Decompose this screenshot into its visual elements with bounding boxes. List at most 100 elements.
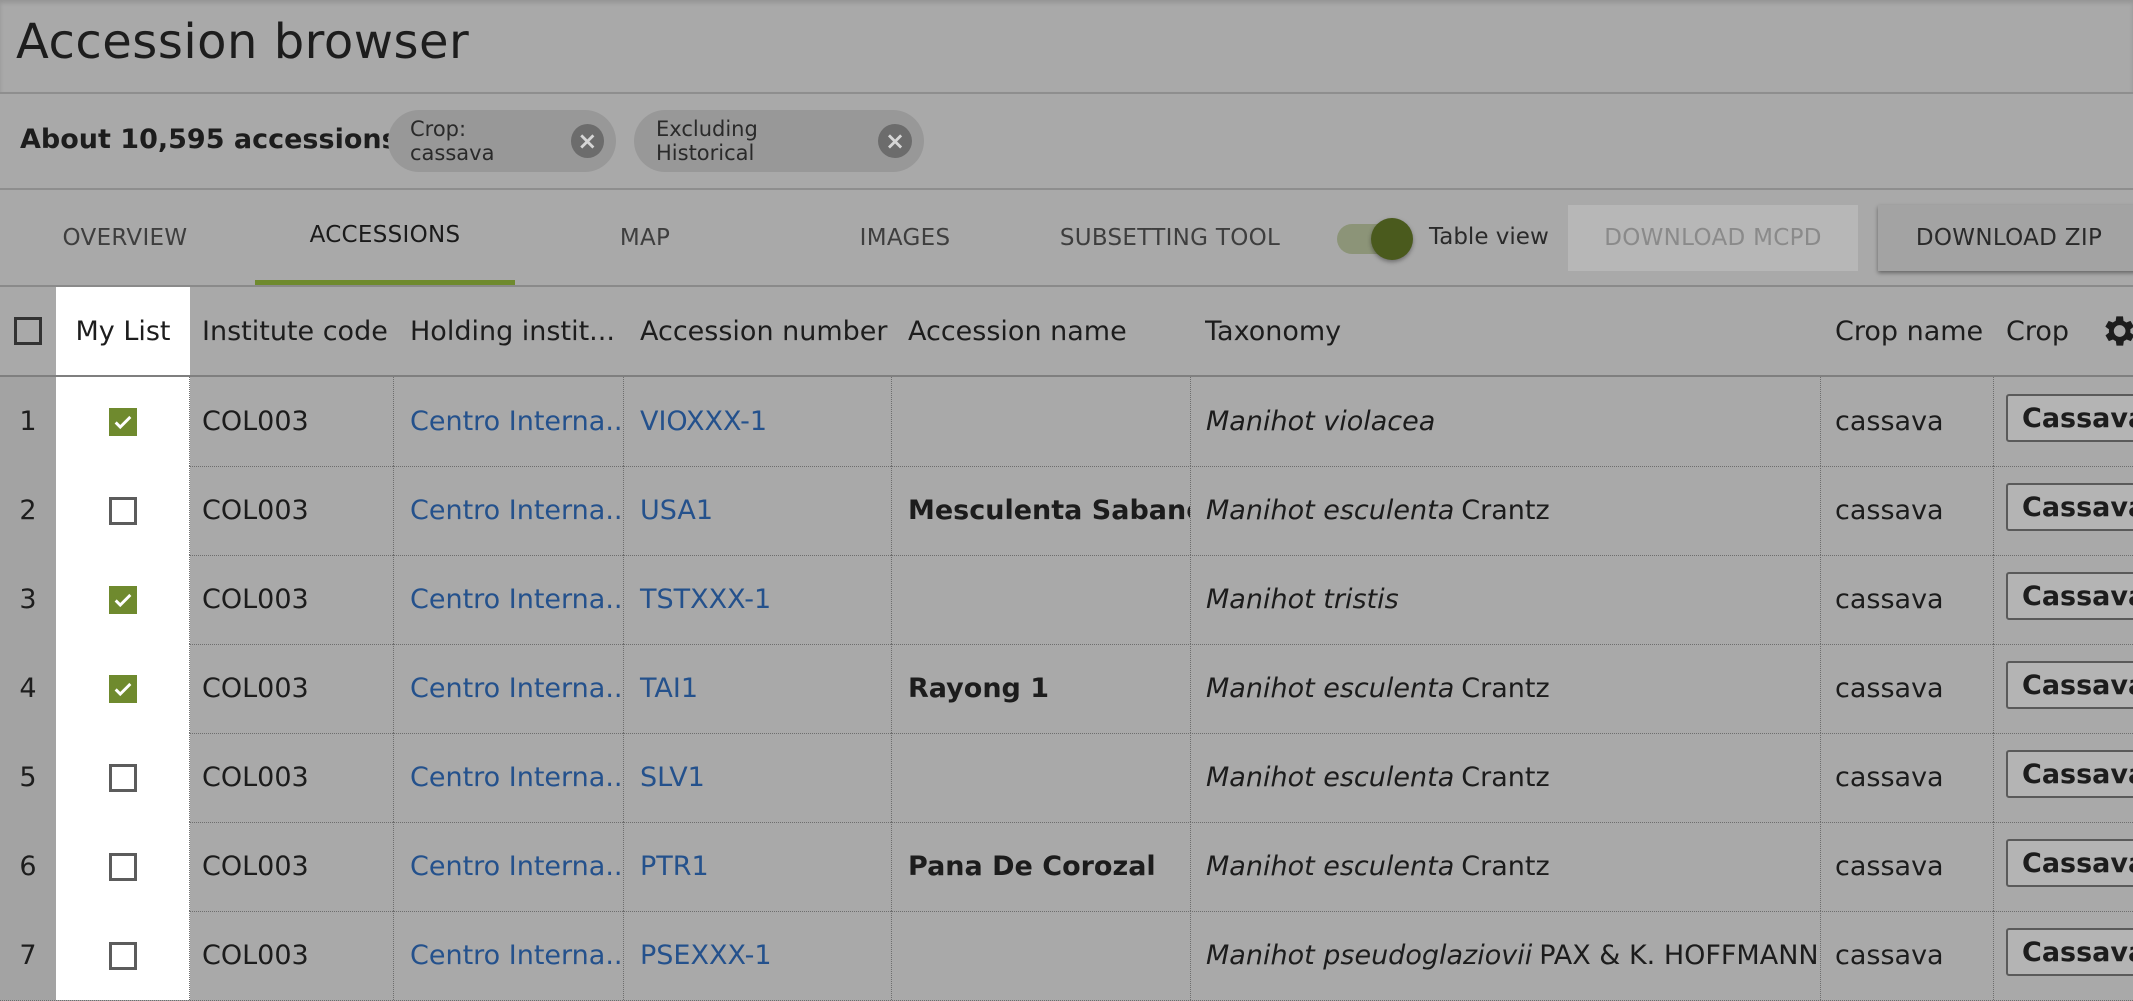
institute-code-cell: COL003 xyxy=(190,733,394,822)
table-row[interactable]: 6 COL003 Centro Interna... PTR1 Pana De Coro… xyxy=(0,822,2133,912)
crop-button[interactable]: Cassava xyxy=(2006,928,2133,976)
column-header-my-list[interactable]: My List xyxy=(56,287,190,375)
accession-number-link[interactable]: PTR1 xyxy=(624,822,892,911)
my-list-checkbox[interactable] xyxy=(108,852,137,881)
my-list-checkbox[interactable] xyxy=(108,941,137,970)
tab-overview[interactable]: OVERVIEW xyxy=(20,190,230,285)
filter-chip-crop[interactable]: Crop: cassava × xyxy=(388,110,616,172)
taxonomy-author: PAX & K. HOFFMANN xyxy=(1539,940,1819,971)
holding-institute-link[interactable]: Centro Interna... xyxy=(394,466,624,555)
tab-bar: OVERVIEW ACCESSIONS MAP IMAGES SUBSETTIN… xyxy=(0,190,2133,287)
column-header-institute-code[interactable]: Institute code xyxy=(202,287,397,375)
accession-name-cell: Pana De Corozal xyxy=(892,822,1191,911)
accession-name-cell xyxy=(892,555,1191,644)
column-header-accession-name[interactable]: Accession name xyxy=(908,287,1188,375)
tab-images[interactable]: IMAGES xyxy=(800,190,1010,285)
holding-institute-link[interactable]: Centro Interna... xyxy=(394,822,624,911)
table-view-label: Table view xyxy=(1429,224,1549,250)
select-all-checkbox[interactable] xyxy=(14,317,42,345)
tab-subsetting-tool[interactable]: SUBSETTING TOOL xyxy=(1040,190,1300,285)
crop-button[interactable]: Cassava xyxy=(2006,394,2133,442)
table-row[interactable]: 5 COL003 Centro Interna... SLV1 Manihot escu… xyxy=(0,733,2133,823)
crop-button[interactable]: Cassava xyxy=(2006,483,2133,531)
close-icon[interactable]: × xyxy=(570,124,604,158)
page-header: Accession browser xyxy=(0,0,2133,94)
table-row[interactable]: 3 COL003 Centro Interna... TSTXXX-1 Manihot … xyxy=(0,555,2133,645)
my-list-checkbox[interactable] xyxy=(108,674,137,703)
table-header: My List Institute code Holding instit...… xyxy=(0,287,2133,377)
crop-button[interactable]: Cassava xyxy=(2006,572,2133,620)
table-row[interactable]: 2 COL003 Centro Interna... USA1 Mesculenta S… xyxy=(0,466,2133,556)
taxonomy-cell: Manihot esculenta Crantz xyxy=(1191,822,1821,911)
my-list-checkbox[interactable] xyxy=(108,763,137,792)
taxonomy-cell: Manihot esculenta Crantz xyxy=(1191,466,1821,555)
my-list-cell[interactable] xyxy=(56,911,190,1000)
select-all-cell xyxy=(0,287,56,375)
accession-name-cell xyxy=(892,733,1191,822)
my-list-checkbox[interactable] xyxy=(108,585,137,614)
crop-button[interactable]: Cassava xyxy=(2006,750,2133,798)
holding-institute-link[interactable]: Centro Interna... xyxy=(394,555,624,644)
my-list-cell[interactable] xyxy=(56,822,190,911)
crop-name-cell: cassava xyxy=(1821,466,1994,555)
taxonomy-species: Manihot esculenta xyxy=(1206,851,1455,882)
taxonomy-cell: Manihot esculenta Crantz xyxy=(1191,733,1821,822)
taxonomy-cell: Manihot tristis xyxy=(1191,555,1821,644)
accession-number-link[interactable]: TSTXXX-1 xyxy=(624,555,892,644)
my-list-cell[interactable] xyxy=(56,466,190,555)
toggle-knob[interactable] xyxy=(1371,218,1413,260)
accession-name-cell xyxy=(892,911,1191,1000)
accession-name-cell xyxy=(892,377,1191,466)
table-view-toggle[interactable] xyxy=(1337,218,1413,260)
holding-institute-link[interactable]: Centro Interna... xyxy=(394,733,624,822)
accession-number-link[interactable]: PSEXXX-1 xyxy=(624,911,892,1000)
accession-number-link[interactable]: TAI1 xyxy=(624,644,892,733)
accession-number-link[interactable]: SLV1 xyxy=(624,733,892,822)
taxonomy-cell: Manihot violacea xyxy=(1191,377,1821,466)
my-list-cell[interactable] xyxy=(56,555,190,644)
check-icon xyxy=(114,415,131,429)
my-list-cell[interactable] xyxy=(56,644,190,733)
row-number: 4 xyxy=(0,644,56,733)
column-header-holding-institute[interactable]: Holding instit... xyxy=(410,287,625,375)
column-header-taxonomy[interactable]: Taxonomy xyxy=(1205,287,1605,375)
taxonomy-author: Crantz xyxy=(1461,495,1550,526)
accession-name-cell: Rayong 1 xyxy=(892,644,1191,733)
crop-button[interactable]: Cassava xyxy=(2006,661,2133,709)
holding-institute-link[interactable]: Centro Interna... xyxy=(394,911,624,1000)
download-zip-button[interactable]: DOWNLOAD ZIP xyxy=(1878,205,2133,271)
my-list-cell[interactable] xyxy=(56,733,190,822)
taxonomy-author: Crantz xyxy=(1461,851,1550,882)
filter-chip-historical[interactable]: Excluding Historical × xyxy=(634,110,924,172)
tab-accessions[interactable]: ACCESSIONS xyxy=(255,190,515,285)
table-row[interactable]: 4 COL003 Centro Interna... TAI1 Rayong 1 Mani… xyxy=(0,644,2133,734)
tab-map[interactable]: MAP xyxy=(540,190,750,285)
my-list-checkbox[interactable] xyxy=(108,496,137,525)
table-row[interactable]: 7 COL003 Centro Interna... PSEXXX-1 Manihot … xyxy=(0,911,2133,1001)
filter-chip-label: Crop: cassava xyxy=(410,117,495,165)
download-mcpd-button[interactable]: DOWNLOAD MCPD xyxy=(1568,205,1858,271)
accession-number-link[interactable]: VIOXXX-1 xyxy=(624,377,892,466)
gear-icon[interactable] xyxy=(2098,311,2133,351)
check-icon xyxy=(114,593,131,607)
column-header-crop-name[interactable]: Crop name xyxy=(1835,287,1995,375)
row-number: 1 xyxy=(0,377,56,466)
holding-institute-link[interactable]: Centro Interna... xyxy=(394,644,624,733)
my-list-checkbox[interactable] xyxy=(108,407,137,436)
my-list-cell[interactable] xyxy=(56,377,190,466)
taxonomy-species: Manihot esculenta xyxy=(1206,495,1455,526)
crop-button[interactable]: Cassava xyxy=(2006,839,2133,887)
accession-number-link[interactable]: USA1 xyxy=(624,466,892,555)
crop-name-cell: cassava xyxy=(1821,377,1994,466)
institute-code-cell: COL003 xyxy=(190,466,394,555)
row-number: 7 xyxy=(0,911,56,1000)
table-row[interactable]: 1 COL003 Centro Interna... VIOXXX-1 Manihot … xyxy=(0,377,2133,467)
column-header-crop[interactable]: Crop xyxy=(2006,287,2086,375)
row-number: 6 xyxy=(0,822,56,911)
holding-institute-link[interactable]: Centro Interna... xyxy=(394,377,624,466)
crop-name-cell: cassava xyxy=(1821,644,1994,733)
check-icon xyxy=(114,682,131,696)
close-icon[interactable]: × xyxy=(878,124,912,158)
accession-count: About 10,595 accessions xyxy=(20,124,398,155)
column-header-accession-number[interactable]: Accession number xyxy=(640,287,895,375)
